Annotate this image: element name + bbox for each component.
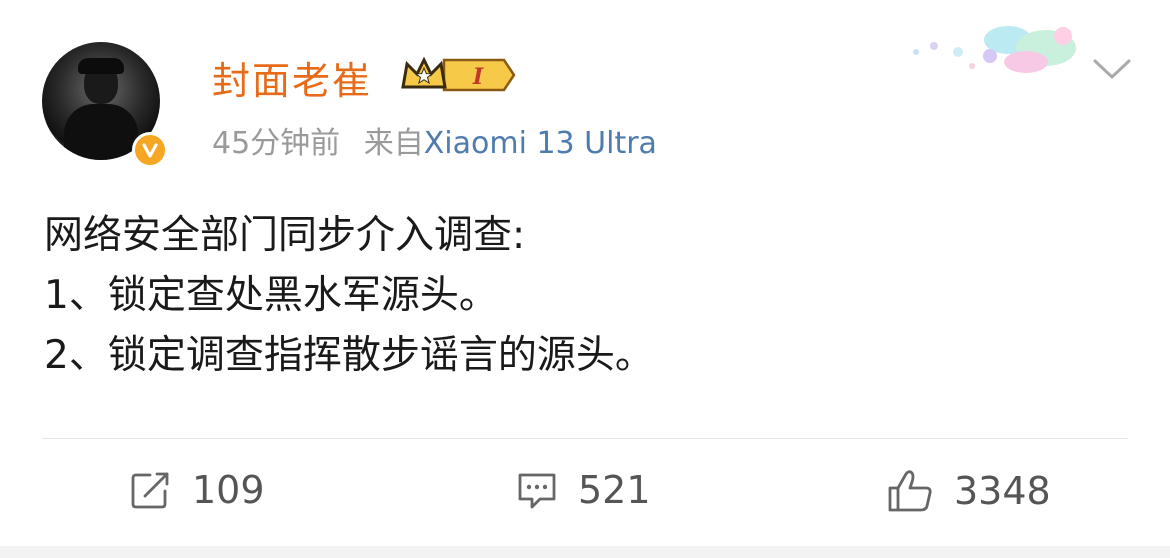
source-prefix: 来自 bbox=[363, 126, 424, 161]
comment-button[interactable]: 521 bbox=[516, 468, 651, 512]
username[interactable]: 封面老崔 bbox=[212, 50, 372, 105]
chevron-down-icon[interactable] bbox=[1092, 56, 1132, 86]
repost-count: 109 bbox=[192, 468, 265, 512]
like-count: 3348 bbox=[954, 469, 1051, 513]
repost-button[interactable]: 109 bbox=[130, 468, 265, 512]
bottom-strip bbox=[0, 546, 1170, 558]
like-button[interactable]: 3348 bbox=[886, 468, 1051, 514]
avatar[interactable] bbox=[42, 42, 170, 170]
post-meta: 45分钟前 来自Xiaomi 13 Ultra bbox=[212, 118, 657, 162]
verified-badge-icon bbox=[132, 132, 168, 168]
device-link[interactable]: Xiaomi 13 Ultra bbox=[424, 126, 657, 161]
avatar-figure-cap bbox=[78, 58, 124, 74]
like-icon bbox=[888, 470, 932, 512]
divider bbox=[42, 438, 1128, 439]
post-time: 45分钟前 bbox=[212, 126, 341, 161]
comment-icon bbox=[518, 473, 556, 509]
svg-text:I: I bbox=[472, 64, 484, 90]
decoration-flower-icon bbox=[898, 12, 1084, 92]
post-content: 网络安全部门同步介入调查: 1、锁定查处黑水军源头。 2、锁定调查指挥散步谣言的… bbox=[44, 206, 654, 386]
vip-crown-icon[interactable]: I bbox=[400, 54, 516, 100]
repost-icon bbox=[131, 472, 169, 509]
avatar-figure-body bbox=[64, 104, 138, 160]
post-line: 1、锁定查处黑水军源头。 bbox=[44, 273, 498, 318]
post-line: 网络安全部门同步介入调查: bbox=[44, 213, 526, 258]
comment-count: 521 bbox=[578, 468, 651, 512]
post-line: 2、锁定调查指挥散步谣言的源头。 bbox=[44, 333, 654, 378]
